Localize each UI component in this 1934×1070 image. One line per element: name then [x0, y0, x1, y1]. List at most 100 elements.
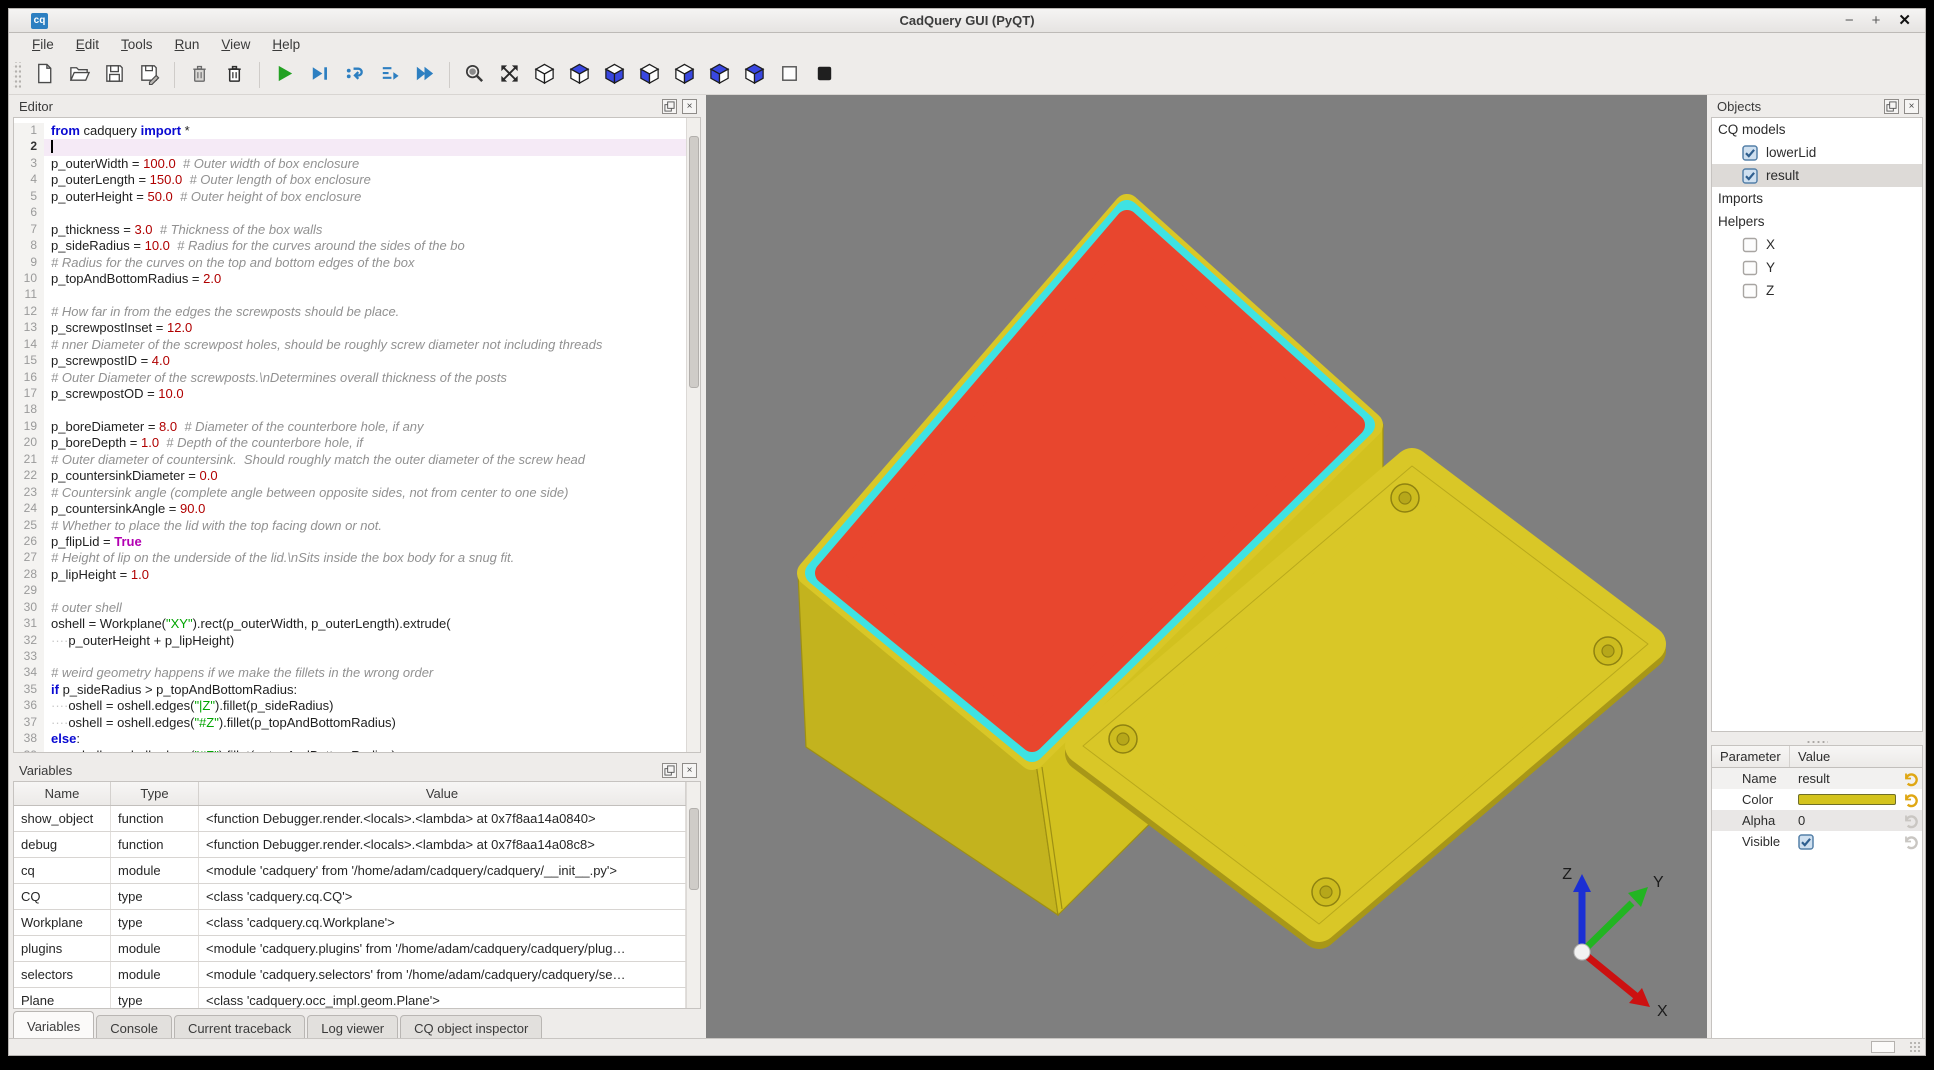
color-swatch[interactable] — [1798, 794, 1896, 805]
view-bottom-button[interactable] — [600, 60, 630, 90]
table-row[interactable]: Planetype<class 'cadquery.occ_impl.geom.… — [14, 988, 686, 1008]
visible-checkbox[interactable] — [1798, 834, 1814, 850]
parameter-row-visible[interactable]: Visible — [1712, 831, 1922, 852]
code-line[interactable]: 16# Outer Diameter of the screwposts.\nD… — [14, 370, 686, 386]
view-front-button[interactable] — [635, 60, 665, 90]
maximize-button[interactable]: + — [1872, 9, 1881, 33]
code-line[interactable]: 7p_thickness = 3.0 # Thickness of the bo… — [14, 222, 686, 238]
objects-close-button[interactable]: × — [1904, 99, 1919, 114]
column-header-value[interactable]: Value — [199, 782, 686, 805]
code-line[interactable]: 10p_topAndBottomRadius = 2.0 — [14, 271, 686, 287]
editor-float-button[interactable] — [662, 99, 677, 114]
tab-log-viewer[interactable]: Log viewer — [307, 1015, 398, 1040]
code-line[interactable]: 29 — [14, 583, 686, 599]
code-line[interactable]: 33 — [14, 649, 686, 665]
checkbox-result[interactable] — [1742, 168, 1758, 184]
table-row[interactable]: CQtype<class 'cadquery.cq.CQ'> — [14, 884, 686, 910]
undo-icon[interactable] — [1898, 771, 1922, 787]
run-button[interactable] — [270, 60, 300, 90]
tree-item-y[interactable]: Y — [1712, 256, 1922, 279]
cad-scene[interactable]: Z Y X — [706, 95, 1707, 1040]
code-editor[interactable]: 1from cadquery import *23p_outerWidth = … — [13, 117, 701, 753]
code-line[interactable]: 6 — [14, 205, 686, 221]
fit-all-button[interactable] — [495, 60, 525, 90]
view-iso-button[interactable] — [530, 60, 560, 90]
editor-scrollbar-thumb[interactable] — [689, 136, 699, 388]
parameters-splitter-handle[interactable] — [1709, 738, 1925, 745]
debug-run-button[interactable] — [305, 60, 335, 90]
code-line[interactable]: 37····oshell = oshell.edges("#Z").fillet… — [14, 715, 686, 731]
table-row[interactable]: Workplanetype<class 'cadquery.cq.Workpla… — [14, 910, 686, 936]
code-line[interactable]: 8p_sideRadius = 10.0 # Radius for the cu… — [14, 238, 686, 254]
table-row[interactable]: show_objectfunction<function Debugger.re… — [14, 806, 686, 832]
code-line[interactable]: 30# outer shell — [14, 600, 686, 616]
viewport-3d[interactable]: Z Y X — [706, 95, 1707, 1040]
code-line[interactable]: 22p_countersinkDiameter = 0.0 — [14, 468, 686, 484]
code-line[interactable]: 2 — [14, 139, 686, 155]
tab-current-traceback[interactable]: Current traceback — [174, 1015, 305, 1040]
variables-close-button[interactable]: × — [682, 763, 697, 778]
column-header-value[interactable]: Value — [1790, 749, 1830, 764]
open-file-button[interactable] — [65, 60, 95, 90]
code-line[interactable]: 28p_lipHeight = 1.0 — [14, 567, 686, 583]
tree-item-result[interactable]: result — [1712, 164, 1922, 187]
code-line[interactable]: 1from cadquery import * — [14, 123, 686, 139]
tree-item-helpers[interactable]: Helpers — [1712, 210, 1922, 233]
save-as-file-button[interactable] — [135, 60, 165, 90]
parameter-row-color[interactable]: Color — [1712, 789, 1922, 810]
wireframe-button[interactable] — [775, 60, 805, 90]
code-area[interactable]: 1from cadquery import *23p_outerWidth = … — [14, 118, 686, 752]
parameter-row-name[interactable]: Nameresult — [1712, 768, 1922, 789]
code-line[interactable]: 9# Radius for the curves on the top and … — [14, 255, 686, 271]
new-file-button[interactable] — [30, 60, 60, 90]
code-line[interactable]: 17p_screwpostOD = 10.0 — [14, 386, 686, 402]
view-back-button[interactable] — [670, 60, 700, 90]
undo-icon[interactable] — [1898, 813, 1922, 829]
code-line[interactable]: 19p_boreDiameter = 8.0 # Diameter of the… — [14, 419, 686, 435]
objects-float-button[interactable] — [1884, 99, 1899, 114]
view-left-button[interactable] — [705, 60, 735, 90]
tab-cq-object-inspector[interactable]: CQ object inspector — [400, 1015, 542, 1040]
step-into-button[interactable] — [340, 60, 370, 90]
delete-button[interactable] — [220, 60, 250, 90]
code-line[interactable]: 27# Height of lip on the underside of th… — [14, 550, 686, 566]
continue-button[interactable] — [410, 60, 440, 90]
delete-card-button[interactable] — [185, 60, 215, 90]
code-line[interactable]: 34# weird geometry happens if we make th… — [14, 665, 686, 681]
menu-file[interactable]: File — [21, 35, 65, 54]
parameter-value[interactable] — [1798, 794, 1898, 805]
code-line[interactable]: 35if p_sideRadius > p_topAndBottomRadius… — [14, 682, 686, 698]
parameter-value[interactable] — [1798, 834, 1898, 850]
code-line[interactable]: 3p_outerWidth = 100.0 # Outer width of b… — [14, 156, 686, 172]
undo-icon[interactable] — [1898, 834, 1922, 850]
checkbox-x[interactable] — [1742, 237, 1758, 253]
checkbox-z[interactable] — [1742, 283, 1758, 299]
menu-view[interactable]: View — [210, 35, 261, 54]
column-header-type[interactable]: Type — [111, 782, 199, 805]
editor-close-button[interactable]: × — [682, 99, 697, 114]
save-file-button[interactable] — [100, 60, 130, 90]
tree-item-lowerlid[interactable]: lowerLid — [1712, 141, 1922, 164]
variables-scrollbar-thumb[interactable] — [689, 808, 699, 890]
parameter-row-alpha[interactable]: Alpha0 — [1712, 810, 1922, 831]
variables-float-button[interactable] — [662, 763, 677, 778]
variables-scrollbar[interactable] — [686, 782, 700, 1008]
menu-run[interactable]: Run — [164, 35, 211, 54]
title-bar[interactable]: cq CadQuery GUI (PyQT) − + ✕ — [9, 9, 1925, 33]
code-line[interactable]: 31oshell = Workplane("XY").rect(p_outerW… — [14, 616, 686, 632]
tab-variables[interactable]: Variables — [13, 1011, 94, 1040]
code-line[interactable]: 18 — [14, 402, 686, 418]
undo-icon[interactable] — [1898, 792, 1922, 808]
menu-edit[interactable]: Edit — [65, 35, 110, 54]
view-right-button[interactable] — [740, 60, 770, 90]
close-button[interactable]: ✕ — [1898, 9, 1911, 33]
code-line[interactable]: 25# Whether to place the lid with the to… — [14, 518, 686, 534]
column-header-name[interactable]: Name — [14, 782, 111, 805]
code-line[interactable]: 11 — [14, 287, 686, 303]
tree-item-z[interactable]: Z — [1712, 279, 1922, 302]
table-row[interactable]: debugfunction<function Debugger.render.<… — [14, 832, 686, 858]
column-header-parameter[interactable]: Parameter — [1712, 746, 1790, 767]
shaded-button[interactable] — [810, 60, 840, 90]
tree-item-imports[interactable]: Imports — [1712, 187, 1922, 210]
view-top-button[interactable] — [565, 60, 595, 90]
